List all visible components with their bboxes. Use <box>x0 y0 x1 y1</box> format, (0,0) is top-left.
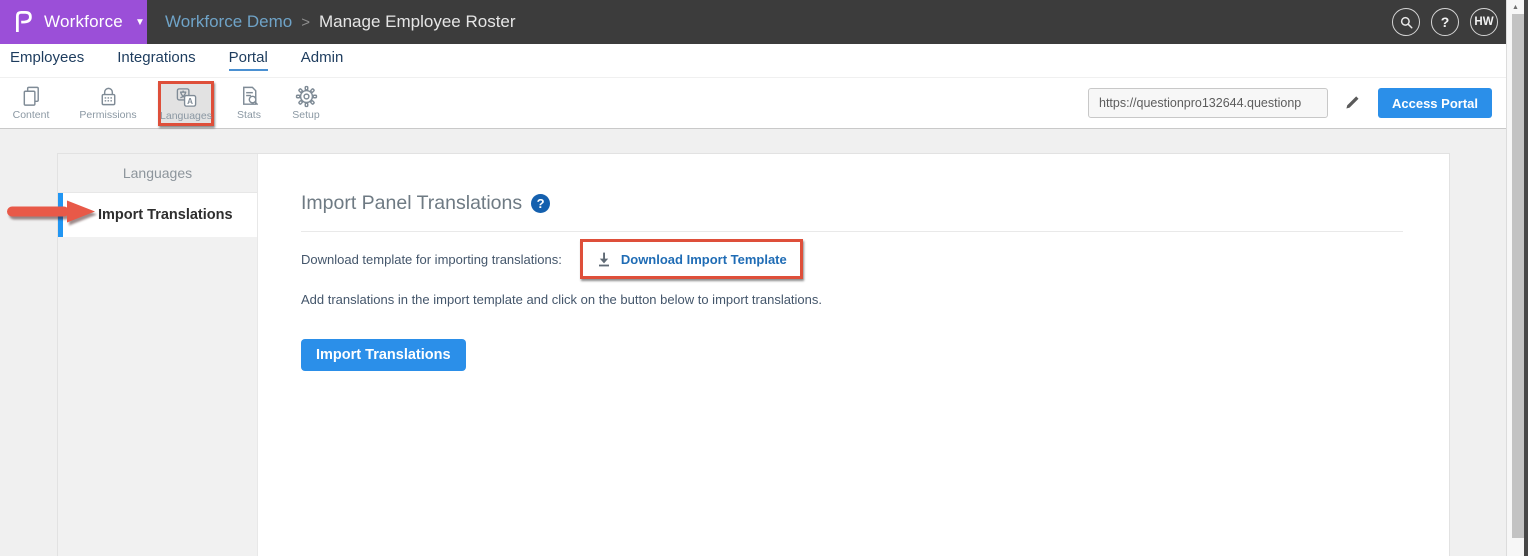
instruction-text: Add translations in the import template … <box>301 292 823 307</box>
topbar: Workforce ▼ Workforce Demo > Manage Empl… <box>0 0 1506 44</box>
tool-content-label: Content <box>12 109 50 121</box>
tool-stats[interactable]: Stats <box>222 85 276 121</box>
sidebar-header: Languages <box>58 154 257 193</box>
portal-toolbar: Content Permissions A Languages Stats Se… <box>0 77 1506 129</box>
avatar[interactable]: HW <box>1470 8 1498 36</box>
workforce-portal-screen: Workforce ▼ Workforce Demo > Manage Empl… <box>0 0 1528 556</box>
tool-setup-label: Setup <box>292 109 320 121</box>
download-icon <box>596 251 612 267</box>
scrollbar-up-arrow[interactable]: ▲ <box>1507 0 1524 14</box>
brand-label: Workforce <box>44 12 123 31</box>
nav-item-admin[interactable]: Admin <box>301 49 344 69</box>
toolbar-right: Access Portal <box>1088 88 1492 118</box>
chevron-down-icon: ▼ <box>134 16 145 28</box>
translate-icon: A <box>175 86 198 109</box>
breadcrumb-separator-icon: > <box>301 13 310 31</box>
access-portal-button[interactable]: Access Portal <box>1378 88 1492 118</box>
brand-switcher[interactable]: Workforce ▼ <box>0 0 147 44</box>
breadcrumb: Workforce Demo > Manage Employee Roster <box>165 12 516 32</box>
search-icon <box>1399 15 1414 30</box>
main-nav: Employees Integrations Portal Admin <box>0 44 1506 77</box>
portal-url-input[interactable] <box>1088 88 1328 118</box>
nav-item-portal[interactable]: Portal <box>228 49 268 71</box>
tool-setup[interactable]: Setup <box>279 85 333 121</box>
annotation-box-languages: A Languages <box>158 80 214 126</box>
scrollbar: ▲ <box>1506 0 1528 556</box>
scrollbar-track[interactable]: ▲ <box>1506 0 1524 556</box>
annotation-arrow <box>5 198 97 229</box>
tool-permissions[interactable]: Permissions <box>79 85 137 121</box>
help-button[interactable]: ? <box>1431 8 1459 36</box>
tool-languages-label: Languages <box>160 109 212 122</box>
title-row: Import Panel Translations ? <box>301 192 1403 215</box>
download-row-label: Download template for importing translat… <box>301 251 562 267</box>
question-mark-icon: ? <box>1440 14 1450 30</box>
pages-icon <box>20 85 43 108</box>
import-translations-button[interactable]: Import Translations <box>301 339 466 371</box>
svg-text:A: A <box>187 96 193 105</box>
page-title: Import Panel Translations <box>301 192 523 214</box>
breadcrumb-current: Manage Employee Roster <box>318 12 516 31</box>
annotation-box-download: Download Import Template <box>579 239 803 279</box>
pencil-icon <box>1344 95 1360 111</box>
tool-content[interactable]: Content <box>4 85 58 121</box>
nav-item-employees[interactable]: Employees <box>10 49 84 69</box>
nav-item-integrations[interactable]: Integrations <box>117 49 195 69</box>
edit-url-button[interactable] <box>1344 95 1360 111</box>
tool-permissions-label: Permissions <box>79 109 137 121</box>
sidebar-item-label: Import Translations <box>98 207 233 223</box>
search-button[interactable] <box>1392 8 1420 36</box>
download-import-template-link[interactable]: Download Import Template <box>621 252 787 267</box>
questionpro-logo-icon <box>12 6 35 38</box>
title-divider <box>301 231 1403 232</box>
page-card: Languages Import Translations Import Pan… <box>57 153 1450 556</box>
lock-icon <box>97 85 120 108</box>
scrollbar-thumb[interactable] <box>1512 14 1524 538</box>
tool-stats-label: Stats <box>237 109 261 121</box>
doc-search-icon <box>238 85 261 108</box>
gear-icon <box>295 85 318 108</box>
title-help-icon[interactable]: ? <box>531 194 551 213</box>
topbar-actions: ? HW <box>1392 8 1498 36</box>
avatar-initials: HW <box>1474 16 1494 28</box>
tool-languages[interactable]: A Languages <box>160 86 212 122</box>
breadcrumb-parent[interactable]: Workforce Demo <box>165 12 292 32</box>
download-row: Download template for importing translat… <box>301 239 1403 279</box>
main-content: Import Panel Translations ? Download tem… <box>258 154 1449 556</box>
